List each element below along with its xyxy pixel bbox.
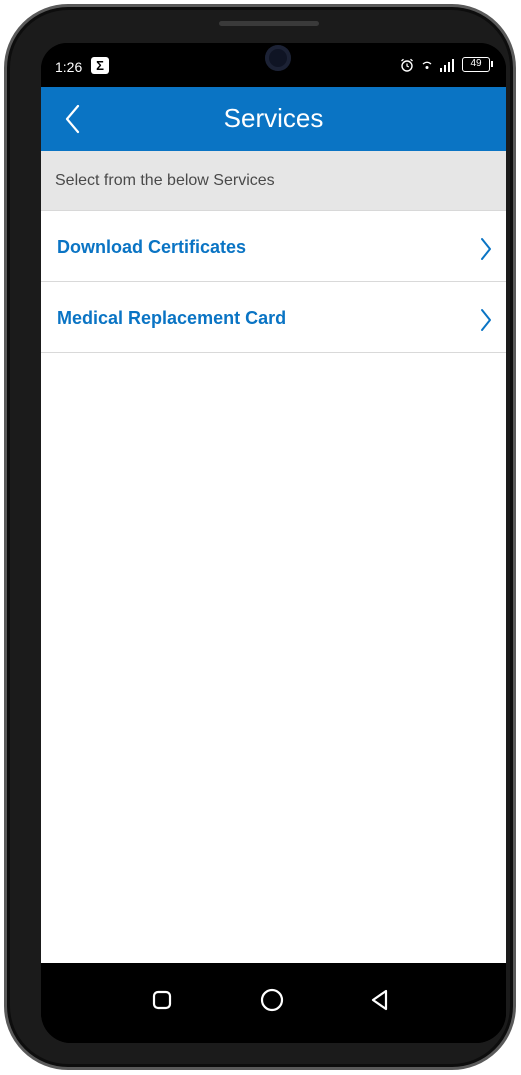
home-circle-icon xyxy=(260,988,284,1012)
battery-icon: 49 xyxy=(462,57,493,72)
recents-button[interactable] xyxy=(145,983,179,1017)
status-time: 1:26 xyxy=(55,59,83,75)
service-item-download-certificates[interactable]: Download Certificates xyxy=(41,211,506,282)
front-camera xyxy=(265,45,291,71)
wifi-icon xyxy=(422,61,432,69)
screen: 1:26 Σ 49 Services Select from the below… xyxy=(41,43,506,1043)
status-bar: 1:26 Σ 49 xyxy=(41,43,506,87)
system-back-button[interactable] xyxy=(363,983,397,1017)
sigma-notification-icon: Σ xyxy=(91,57,109,74)
status-icons: 49 xyxy=(400,57,493,72)
service-item-medical-replacement-card[interactable]: Medical Replacement Card xyxy=(41,282,506,353)
alarm-icon xyxy=(401,58,413,72)
earpiece-speaker xyxy=(219,21,319,26)
app-bar: Services xyxy=(41,87,506,151)
service-item-label: Download Certificates xyxy=(57,237,247,257)
chevron-right-icon xyxy=(481,309,491,331)
chevron-right-icon xyxy=(481,238,491,260)
service-item-label: Medical Replacement Card xyxy=(57,308,287,328)
phone-frame: 1:26 Σ 49 Services Select from the below… xyxy=(4,4,516,1070)
main-content: Select from the below Services Download … xyxy=(41,151,506,963)
back-triangle-icon xyxy=(371,989,388,1011)
services-instruction: Select from the below Services xyxy=(41,151,506,211)
system-nav-bar xyxy=(41,963,506,1043)
signal-icon xyxy=(440,58,454,72)
recents-square-icon xyxy=(152,990,172,1010)
home-button[interactable] xyxy=(255,983,289,1017)
page-title: Services xyxy=(223,103,324,133)
